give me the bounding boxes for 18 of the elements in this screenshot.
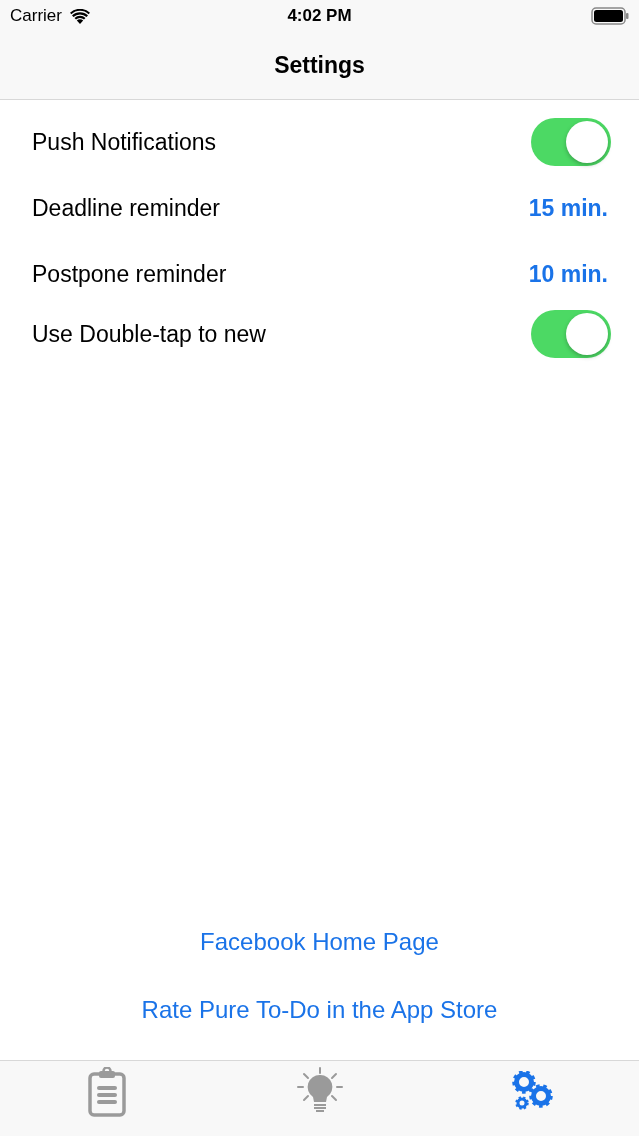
lightbulb-icon[interactable] [296,1067,343,1113]
setting-label: Postpone reminder [32,260,227,288]
nav-title: Settings [274,52,365,79]
link[interactable]: Facebook Home Page [200,928,439,956]
toggle-switch[interactable] [531,310,611,358]
setting-label: Push Notifications [32,128,217,156]
setting-value[interactable]: 15 min. [528,194,608,222]
wifi-icon [69,8,90,24]
setting-label: Deadline reminder [32,194,220,222]
link[interactable]: Rate Pure To-Do in the App Store [141,996,498,1024]
status-time: 4:02 PM [287,6,352,26]
clipboard-icon[interactable] [87,1067,126,1117]
toggle-switch[interactable] [531,118,611,166]
gears-icon[interactable] [511,1071,554,1111]
setting-label: Use Double-tap to new [32,320,266,348]
setting-value[interactable]: 10 min. [528,260,608,288]
battery-icon [591,7,629,25]
carrier-label: Carrier [10,6,62,26]
